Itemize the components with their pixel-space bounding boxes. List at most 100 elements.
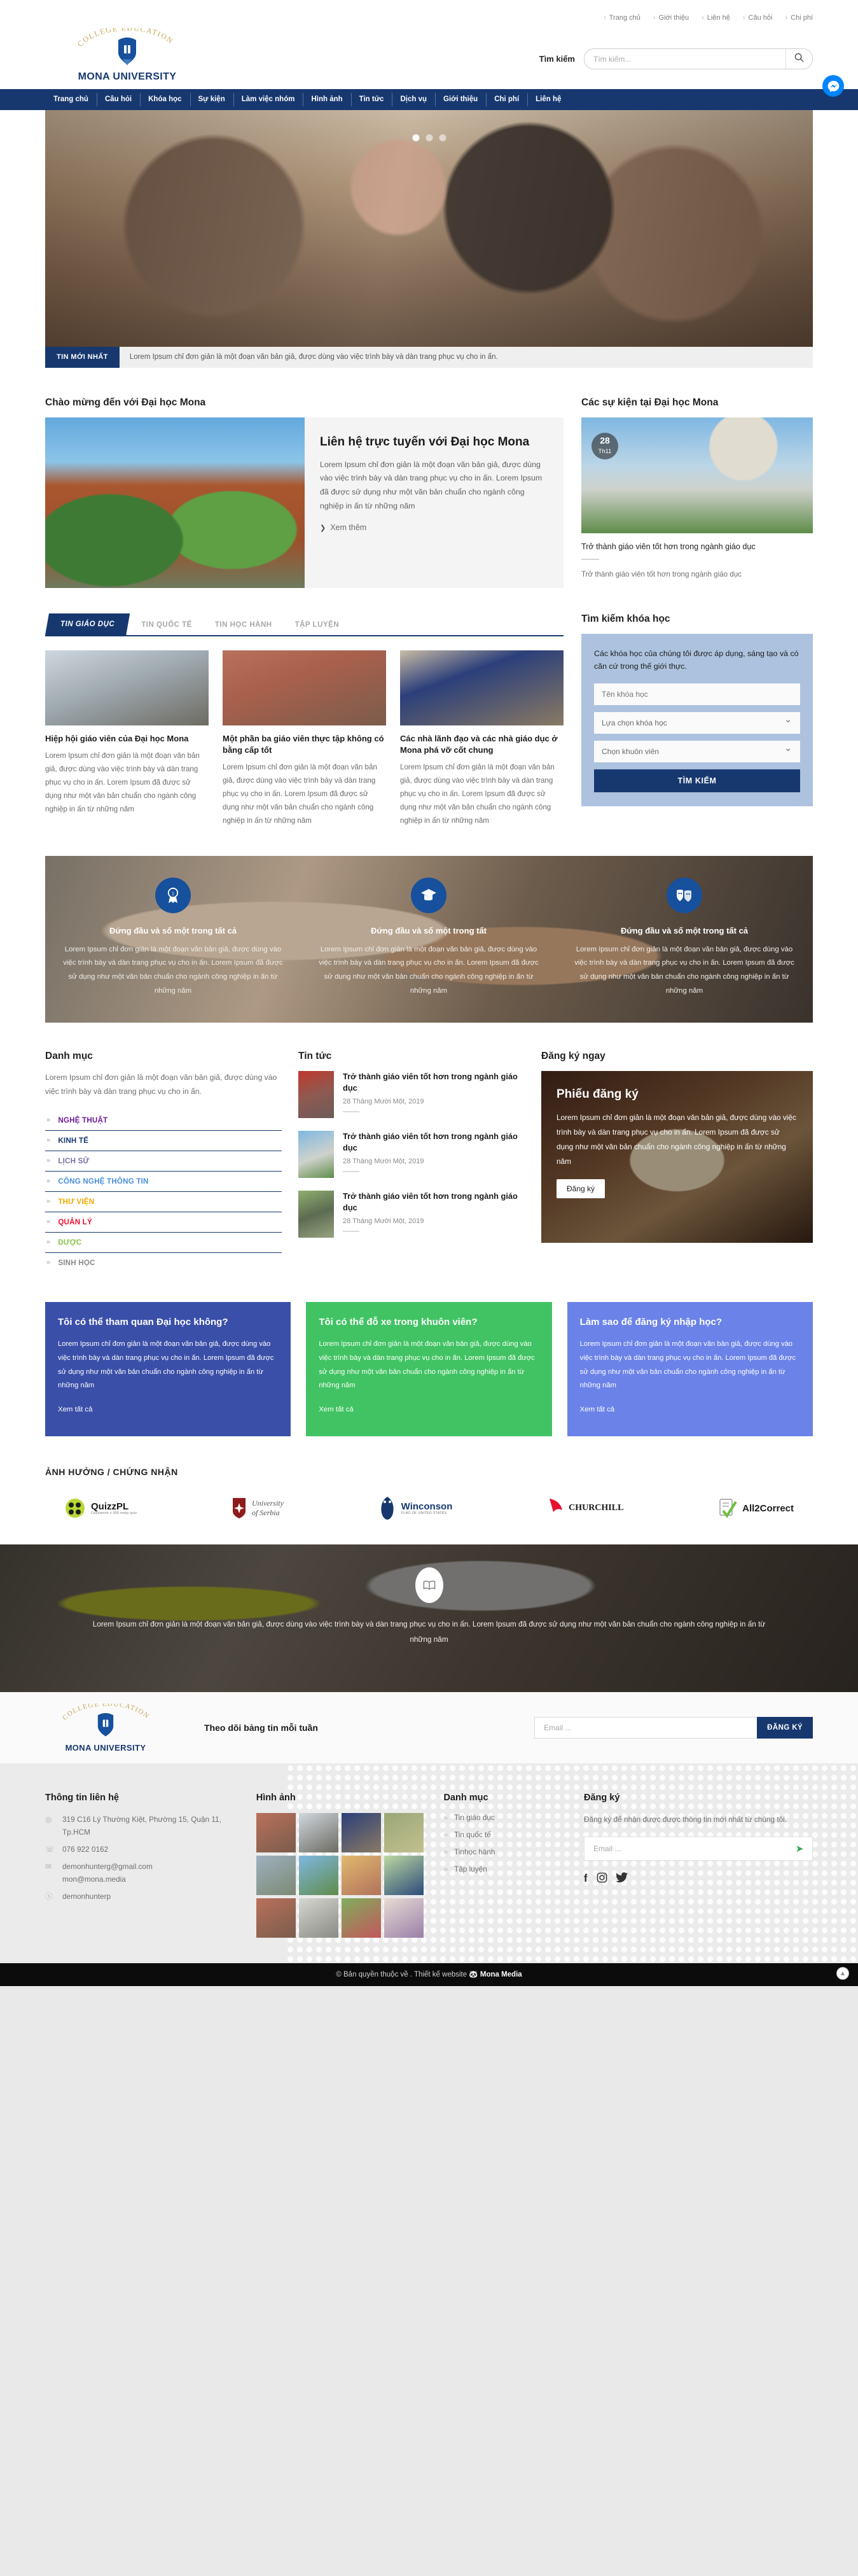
site-logo[interactable]: COLLEGE EDUCATION MONA UNIVERSITY	[60, 28, 194, 83]
tab-card[interactable]: Các nhà lãnh đạo và các nhà giáo dục ở M…	[400, 650, 564, 828]
partner-logo-quizzpl[interactable]: QuizzPL Codzienne z 900 nowy quiz	[64, 1497, 137, 1519]
twitter-icon[interactable]	[615, 1872, 628, 1886]
course-name-input[interactable]	[594, 683, 800, 705]
nav-item-gioi-thieu[interactable]: Giới thiệu	[435, 89, 486, 110]
tab-tin-hoc-hanh[interactable]: TIN HỌC HÀNH	[204, 615, 284, 635]
nav-item-lien-he[interactable]: Liên hệ	[527, 89, 569, 110]
list-item[interactable]: » SINH HỌC	[45, 1253, 282, 1273]
nav-link[interactable]: Khóa học	[140, 89, 190, 110]
list-item[interactable]: Trở thành giáo viên tốt hơn trong ngành …	[298, 1190, 525, 1238]
category-link[interactable]: » LỊCH SỬ	[45, 1151, 282, 1171]
gallery-thumb[interactable]	[341, 1813, 381, 1853]
contact-email-1[interactable]: demonhunterg@gmail.com	[62, 1862, 153, 1871]
campus-select[interactable]: Chọn khuôn viên	[594, 740, 800, 762]
list-item[interactable]: » KINH TẾ	[45, 1131, 282, 1151]
footer-category-link[interactable]: » Tập luyện	[443, 1865, 567, 1873]
nav-link[interactable]: Làm việc nhóm	[233, 89, 303, 110]
gallery-thumb[interactable]	[298, 1813, 338, 1853]
footer-logo[interactable]: COLLEGE EDUCATION MONA UNIVERSITY	[45, 1704, 166, 1753]
search-box[interactable]	[584, 48, 813, 69]
gallery-thumb[interactable]	[341, 1856, 381, 1896]
nav-item-dich-vu[interactable]: Dịch vụ	[392, 89, 435, 110]
nav-link[interactable]: Sự kiện	[190, 89, 233, 110]
send-icon[interactable]: ➤	[791, 1841, 808, 1856]
hero-pagination[interactable]	[412, 134, 446, 141]
search-icon[interactable]	[785, 49, 812, 69]
search-input[interactable]	[585, 54, 785, 64]
gallery-thumb[interactable]	[298, 1856, 338, 1896]
hero-dot[interactable]	[412, 134, 419, 141]
nav-item-cau-hoi[interactable]: Câu hỏi	[96, 89, 140, 110]
ticker-text[interactable]: Lorem Ipsum chỉ đơn giản là một đoạn văn…	[119, 347, 813, 368]
faq-link[interactable]: Xem tất cả	[319, 1406, 353, 1413]
list-item[interactable]: » THƯ VIỆN	[45, 1192, 282, 1212]
facebook-icon[interactable]: 𝐟	[584, 1872, 588, 1886]
list-item[interactable]: » Tin quốc tế	[443, 1830, 567, 1839]
find-course-button[interactable]: TÌM KIẾM	[594, 769, 800, 792]
nav-item-hinh-anh[interactable]: Hình ảnh	[303, 89, 350, 110]
nav-link[interactable]: Liên hệ	[527, 89, 569, 110]
category-link[interactable]: » THƯ VIỆN	[45, 1192, 282, 1212]
contact-email-2[interactable]: mon@mona.media	[62, 1875, 126, 1884]
nav-link[interactable]: Câu hỏi	[97, 89, 140, 110]
nav-item-lam-viec-nhom[interactable]: Làm việc nhóm	[233, 89, 303, 110]
gallery-thumb[interactable]	[256, 1898, 296, 1938]
nav-link[interactable]: Chi phí	[486, 89, 527, 110]
faq-link[interactable]: Xem tất cả	[58, 1406, 92, 1413]
card-title[interactable]: Hiệp hội giáo viên của Đại học Mona	[45, 733, 209, 745]
hero-dot[interactable]	[426, 134, 432, 141]
list-item[interactable]: Trở thành giáo viên tốt hơn trong ngành …	[298, 1130, 525, 1178]
gallery-thumb[interactable]	[256, 1813, 296, 1853]
partner-logo-winconson[interactable]: Winconson FLAG OF UNITED STATES	[378, 1496, 452, 1520]
tab-card[interactable]: Hiệp hội giáo viên của Đại học Mona Lore…	[45, 650, 209, 828]
gallery-thumb[interactable]	[384, 1856, 424, 1896]
news-item-title[interactable]: Trở thành giáo viên tốt hơn trong ngành …	[343, 1131, 525, 1154]
list-item[interactable]: » Tin giáo dục	[443, 1813, 567, 1822]
nav-item-tin-tuc[interactable]: Tin tức	[350, 89, 392, 110]
course-select[interactable]: Lựa chọn khóa học	[594, 711, 800, 734]
nav-link[interactable]: Dịch vụ	[392, 89, 435, 110]
contact-skype[interactable]: demonhunterp	[62, 1890, 111, 1903]
category-link[interactable]: » KINH TẾ	[45, 1131, 282, 1151]
hero-dot[interactable]	[439, 134, 446, 141]
tab-tin-quoc-te[interactable]: TIN QUỐC TẾ	[130, 615, 204, 635]
messenger-icon[interactable]	[822, 75, 844, 97]
contact-phone[interactable]: 076 922 0162	[62, 1843, 108, 1856]
nav-item-trang-chu[interactable]: Trang chủ	[45, 89, 97, 110]
nav-link[interactable]: Tin tức	[351, 89, 392, 110]
newsletter-email-input[interactable]	[534, 1717, 758, 1739]
topnav-item[interactable]: Câu hỏi	[743, 14, 773, 22]
event-image[interactable]: 28 Th11	[581, 417, 813, 533]
footer-email-input[interactable]	[584, 1837, 813, 1861]
list-item[interactable]: Trở thành giáo viên tốt hơn trong ngành …	[298, 1070, 525, 1118]
hero-slider[interactable]	[45, 110, 813, 368]
instagram-icon[interactable]	[597, 1872, 607, 1886]
partner-logo-university-of-serbia[interactable]: University of Serbia	[232, 1497, 284, 1519]
contact-phone-row[interactable]: ☏ 076 922 0162	[45, 1843, 240, 1856]
footer-category-link[interactable]: » Tin quốc tế	[443, 1830, 567, 1839]
nav-item-chi-phi[interactable]: Chi phí	[486, 89, 527, 110]
gallery-thumb[interactable]	[384, 1898, 424, 1938]
faq-link[interactable]: Xem tất cả	[580, 1406, 614, 1413]
list-item[interactable]: » CÔNG NGHỆ THÔNG TIN	[45, 1172, 282, 1192]
list-item[interactable]: » DƯỢC	[45, 1233, 282, 1253]
list-item[interactable]: » Tinhọc hành	[443, 1847, 567, 1856]
gallery-thumb[interactable]	[341, 1898, 381, 1938]
tab-tap-luyen[interactable]: TẬP LUYỆN	[284, 615, 350, 635]
nav-link[interactable]: Giới thiệu	[435, 89, 486, 110]
list-item[interactable]: » NGHỆ THUẬT	[45, 1110, 282, 1131]
topnav-item[interactable]: Trang chủ	[604, 14, 640, 22]
card-title[interactable]: Các nhà lãnh đạo và các nhà giáo dục ở M…	[400, 733, 564, 756]
topnav-item[interactable]: Chi phí	[785, 14, 813, 22]
footer-category-link[interactable]: » Tinhọc hành	[443, 1847, 567, 1856]
list-item[interactable]: » QUẢN LÝ	[45, 1212, 282, 1233]
category-link[interactable]: » CÔNG NGHỆ THÔNG TIN	[45, 1172, 282, 1191]
gallery-thumb[interactable]	[384, 1813, 424, 1853]
list-item[interactable]: » Tập luyện	[443, 1865, 567, 1873]
nav-link[interactable]: Hình ảnh	[303, 89, 350, 110]
partner-logo-churchill[interactable]: CHURCHILL	[547, 1497, 623, 1519]
topnav-item[interactable]: Giới thiệu	[653, 14, 689, 22]
category-link[interactable]: » QUẢN LÝ	[45, 1212, 282, 1232]
gallery-thumb[interactable]	[256, 1856, 296, 1896]
tab-tin-giao-duc[interactable]: TIN GIÁO DỤC	[45, 613, 130, 635]
